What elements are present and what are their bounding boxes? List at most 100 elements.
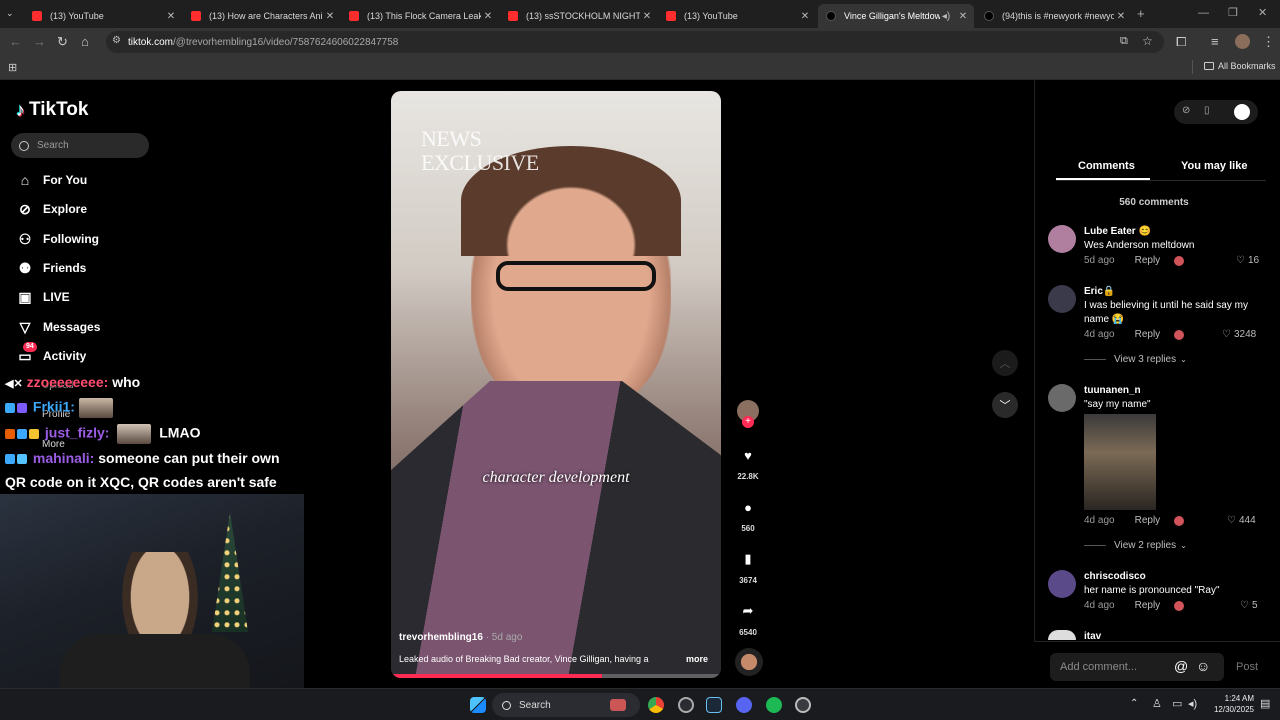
comment-author[interactable]: Eric🔒 bbox=[1084, 286, 1115, 297]
comment-like-button[interactable]: ♡ 16 bbox=[1236, 255, 1259, 266]
description-more-button[interactable]: more bbox=[686, 654, 708, 664]
app-gear-icon[interactable] bbox=[678, 697, 694, 713]
browser-tab[interactable]: (94)this is #newyork #newyork ✕ bbox=[976, 4, 1132, 28]
comment-like-button[interactable]: ♡ 5 bbox=[1240, 600, 1258, 611]
avatar[interactable] bbox=[1048, 570, 1076, 598]
spotify-icon[interactable] bbox=[766, 697, 782, 713]
autoscroll-icon[interactable]: ⊘ bbox=[1182, 105, 1190, 116]
follow-plus-icon[interactable]: + bbox=[742, 416, 754, 428]
install-app-icon[interactable]: ⧉ bbox=[1120, 35, 1128, 48]
profile-avatar[interactable] bbox=[1235, 34, 1250, 49]
discord-icon[interactable] bbox=[736, 697, 752, 713]
comment-like-button[interactable]: ♡ 444 bbox=[1227, 515, 1256, 526]
home-icon[interactable]: ⌂ bbox=[81, 35, 89, 49]
notifications-icon[interactable]: ▤ bbox=[1260, 697, 1270, 710]
browser-tab[interactable]: (13) This Flock Camera Leak is ✕ bbox=[341, 4, 499, 28]
volume-icon[interactable]: ◂) bbox=[1188, 697, 1197, 710]
taskbar-clock[interactable]: 1:24 AM 12/30/2025 bbox=[1208, 693, 1254, 715]
window-close-button[interactable]: ✕ bbox=[1258, 6, 1267, 19]
close-icon[interactable]: ✕ bbox=[323, 11, 337, 22]
close-icon[interactable]: ✕ bbox=[481, 11, 495, 22]
windows-start-icon[interactable] bbox=[470, 697, 486, 713]
tiktok-logo[interactable]: ♪ TikTok bbox=[16, 99, 88, 121]
like-button[interactable]: ♥ 22.8K bbox=[735, 442, 761, 482]
apps-grid-icon[interactable]: ⊞ bbox=[8, 61, 17, 74]
emoji-icon[interactable]: ☺ bbox=[1196, 658, 1210, 674]
back-icon[interactable]: ← bbox=[9, 35, 22, 49]
address-bar[interactable]: ⚙ tiktok.com/@trevorhembling16/video/758… bbox=[106, 31, 1164, 53]
sidebar-item-messages[interactable]: ▽ Messages bbox=[16, 318, 101, 336]
all-bookmarks-button[interactable]: All Bookmarks bbox=[1204, 61, 1276, 71]
bookmark-star-icon[interactable]: ☆ bbox=[1142, 34, 1153, 48]
video-author[interactable]: trevorhembling16 · 5d ago bbox=[399, 632, 522, 643]
tab-search-icon[interactable]: ⌄ bbox=[6, 8, 14, 19]
comment-button[interactable]: ● 560 bbox=[735, 494, 761, 534]
music-disc[interactable] bbox=[735, 648, 763, 676]
sidebar-item-following[interactable]: ⚇ Following bbox=[16, 230, 99, 248]
new-tab-button[interactable]: + bbox=[1137, 6, 1145, 21]
sidebar-item-for-you[interactable]: ⌂ For You bbox=[16, 171, 87, 189]
next-video-button[interactable]: ﹀ bbox=[992, 392, 1018, 418]
site-info-icon[interactable]: ⚙ bbox=[112, 35, 121, 46]
heart-icon[interactable]: ♥ bbox=[735, 442, 761, 468]
toggle-knob[interactable] bbox=[1234, 104, 1250, 120]
share-icon[interactable]: ➦ bbox=[735, 598, 761, 624]
author-name[interactable]: trevorhembling16 bbox=[399, 632, 483, 643]
minimize-button[interactable]: — bbox=[1198, 7, 1209, 19]
search-input[interactable]: Search bbox=[11, 133, 149, 158]
close-icon[interactable]: ✕ bbox=[640, 11, 654, 22]
comment-like-button[interactable]: ♡ 3248 bbox=[1222, 329, 1256, 340]
share-button[interactable]: ➦ 6540 bbox=[735, 598, 761, 637]
close-icon[interactable]: ✕ bbox=[164, 11, 178, 22]
comment-author[interactable]: chriscodisco bbox=[1084, 571, 1146, 582]
sidebar-item-live[interactable]: ▣ LIVE bbox=[16, 288, 69, 306]
browser-tab[interactable]: (13) How are Characters Anima ✕ bbox=[183, 4, 341, 28]
bookmark-icon[interactable]: ▮ bbox=[735, 546, 761, 572]
previous-video-button[interactable]: ︿ bbox=[992, 350, 1018, 376]
extensions-icon[interactable]: ⧠ bbox=[1176, 35, 1186, 49]
device-icon[interactable]: ▯ bbox=[1204, 105, 1210, 116]
reply-button[interactable]: Reply bbox=[1135, 515, 1161, 526]
save-button[interactable]: ▮ 3674 bbox=[735, 546, 761, 585]
view-replies-button[interactable]: View 3 replies ⌄ bbox=[1084, 354, 1187, 365]
media-controls-icon[interactable]: ≡ bbox=[1211, 35, 1219, 49]
network-icon[interactable]: ▭ bbox=[1172, 697, 1182, 710]
comment-author[interactable]: tuunanen_n bbox=[1084, 385, 1141, 396]
reply-button[interactable]: Reply bbox=[1135, 600, 1161, 611]
close-icon[interactable]: ✕ bbox=[798, 11, 812, 22]
sidebar-item-explore[interactable]: ⊘ Explore bbox=[16, 200, 87, 218]
close-icon[interactable]: ✕ bbox=[1114, 11, 1128, 22]
avatar[interactable] bbox=[1048, 630, 1076, 640]
comment-image-gif[interactable] bbox=[1084, 414, 1156, 510]
tray-chevron-icon[interactable]: ⌃ bbox=[1130, 698, 1138, 709]
avatar[interactable] bbox=[1048, 384, 1076, 412]
music-disc-icon[interactable] bbox=[735, 648, 763, 676]
forward-icon[interactable]: → bbox=[33, 35, 46, 49]
chrome-icon[interactable] bbox=[648, 697, 664, 713]
steam-icon[interactable] bbox=[706, 697, 722, 713]
reply-button[interactable]: Reply bbox=[1135, 329, 1161, 340]
post-comment-button[interactable]: Post bbox=[1236, 661, 1258, 673]
browser-tab[interactable]: (13) ssSTOCKHOLM NIGHTLIFE ✕ bbox=[500, 4, 658, 28]
browser-tab[interactable]: (13) YouTube ✕ bbox=[658, 4, 816, 28]
comment-icon[interactable]: ● bbox=[735, 494, 761, 520]
comment-author[interactable]: Lube Eater 😊 bbox=[1084, 226, 1151, 237]
author-avatar-follow[interactable]: + bbox=[735, 400, 761, 428]
mention-icon[interactable]: @ bbox=[1174, 658, 1188, 674]
restore-button[interactable]: ❐ bbox=[1228, 6, 1238, 19]
browser-tab-active[interactable]: Vince Gilligan's Meltdown ◂) ✕ bbox=[818, 4, 974, 28]
avatar[interactable] bbox=[1048, 225, 1076, 253]
video-player[interactable]: NEWS EXCLUSIVE character development tre… bbox=[391, 91, 721, 678]
avatar[interactable] bbox=[1048, 285, 1076, 313]
settings-icon[interactable] bbox=[795, 697, 811, 713]
tab-comments[interactable]: Comments bbox=[1078, 160, 1135, 172]
reply-button[interactable]: Reply bbox=[1135, 255, 1161, 266]
close-icon[interactable]: ✕ bbox=[956, 11, 970, 22]
menu-kebab-icon[interactable]: ⋮ bbox=[1262, 35, 1275, 49]
tab-you-may-like[interactable]: You may like bbox=[1181, 160, 1247, 172]
taskbar-search[interactable]: Search bbox=[492, 693, 640, 717]
speaker-icon[interactable]: ◂) bbox=[940, 11, 952, 22]
reload-icon[interactable]: ↻ bbox=[57, 35, 68, 49]
microphone-icon[interactable]: ♙ bbox=[1152, 697, 1162, 710]
add-comment-input[interactable]: Add comment... @ ☺ bbox=[1050, 653, 1224, 681]
